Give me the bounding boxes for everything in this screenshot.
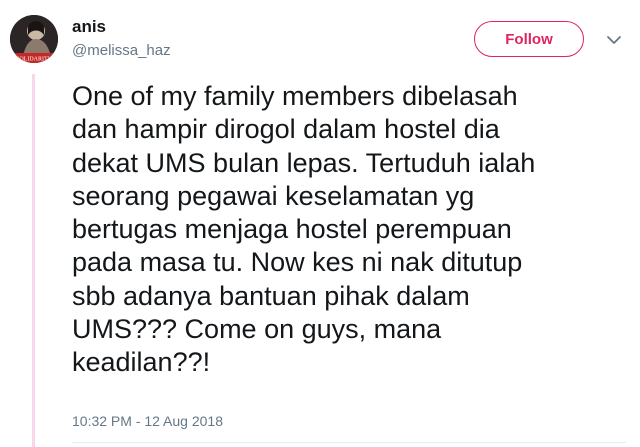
tweet-timestamp[interactable]: 10:32 PM - 12 Aug 2018: [72, 411, 223, 431]
tweet-text: One of my family members dibelasah dan h…: [72, 81, 536, 378]
thread-line: [32, 74, 35, 447]
avatar-badge-text: SOLIDARITY: [16, 57, 53, 63]
author-name[interactable]: anis: [72, 16, 106, 38]
avatar[interactable]: SOLIDARITY: [10, 15, 58, 63]
follow-button[interactable]: Follow: [474, 21, 584, 57]
chevron-down-icon: [607, 36, 621, 44]
author-handle[interactable]: @melissa_haz: [72, 41, 171, 61]
avatar-image: SOLIDARITY: [10, 15, 58, 63]
more-options-button[interactable]: [604, 30, 624, 50]
divider: [72, 442, 626, 443]
